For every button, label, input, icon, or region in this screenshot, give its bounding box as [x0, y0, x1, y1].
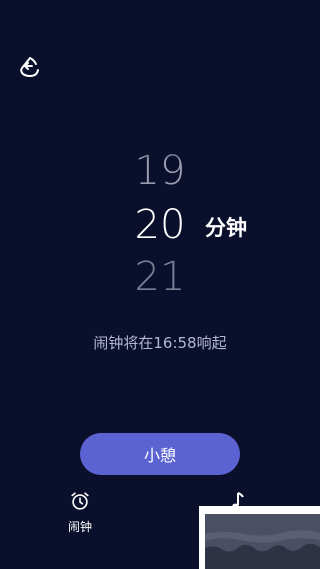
screen: 19 20 21 分钟 闹钟将在16:58响起 小憩 闹钟 [0, 0, 320, 569]
minute-picker[interactable]: 19 20 21 分钟 [0, 140, 320, 310]
preview-landscape-image [205, 514, 320, 569]
snooze-button[interactable]: 小憩 [80, 433, 240, 475]
back-arrow-icon [20, 57, 39, 77]
preview-thumbnail [205, 514, 320, 569]
picker-prev-value[interactable]: 19 [120, 148, 200, 194]
preview-popup[interactable] [199, 506, 320, 569]
picker-current-value[interactable]: 20 [120, 202, 200, 248]
tab-alarm[interactable]: 闹钟 [60, 490, 100, 546]
ring-time-info: 闹钟将在16:58响起 [93, 334, 227, 352]
back-button[interactable] [16, 54, 42, 80]
picker-unit-label: 分钟 [205, 216, 247, 240]
tab-alarm-label: 闹钟 [67, 520, 92, 534]
picker-next-value[interactable]: 21 [120, 254, 200, 300]
alarm-clock-icon [71, 492, 89, 510]
